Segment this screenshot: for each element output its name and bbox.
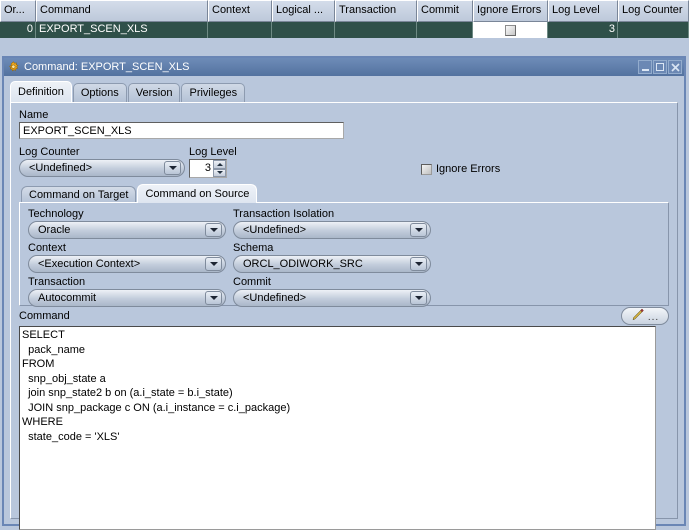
stepper-up-icon[interactable] [213, 160, 226, 169]
log-level-value: 3 [204, 162, 211, 174]
schema-select[interactable]: ORCL_ODIWORK_SRC [233, 255, 431, 273]
window-controls [638, 60, 682, 74]
context-select[interactable]: <Execution Context> [28, 255, 226, 273]
cell-transaction [335, 22, 417, 38]
chevron-down-icon[interactable] [410, 257, 427, 271]
stepper-buttons [213, 160, 226, 177]
minimize-button[interactable] [638, 60, 652, 74]
command-edit-button-label: ... [647, 312, 660, 323]
command-source-target-tabs: Command on Target Command on Source [21, 184, 669, 203]
cell-commit [417, 22, 473, 38]
table-row[interactable]: 0 EXPORT_SCEN_XLS 3 [0, 22, 689, 38]
transaction-value: Autocommit [38, 292, 97, 304]
maximize-button[interactable] [653, 60, 667, 74]
technology-value: Oracle [38, 224, 71, 236]
grid-col-logical[interactable]: Logical ... [272, 0, 335, 22]
transaction-isolation-value: <Undefined> [243, 224, 306, 236]
ignore-errors-label: Ignore Errors [436, 163, 501, 175]
log-counter-label: Log Counter [19, 146, 80, 158]
grid-header-row: Or... Command Context Logical ... Transa… [0, 0, 689, 22]
transaction-isolation-select[interactable]: <Undefined> [233, 221, 431, 239]
commit-value: <Undefined> [243, 292, 306, 304]
pencil-icon [631, 308, 645, 325]
ignore-errors-checkbox-cell[interactable] [504, 25, 516, 36]
gear-icon [7, 60, 20, 74]
commit-select[interactable]: <Undefined> [233, 289, 431, 307]
log-counter-value: <Undefined> [29, 162, 92, 174]
command-on-source-panel: Technology Oracle Transaction Isolation … [19, 202, 669, 307]
close-icon[interactable] [668, 60, 682, 74]
definition-panel: Name EXPORT_SCEN_XLS Log Counter <Undefi… [10, 102, 678, 530]
chevron-down-icon[interactable] [164, 161, 181, 175]
tab-definition[interactable]: Definition [10, 81, 72, 102]
transaction-label: Transaction [28, 276, 86, 288]
technology-select[interactable]: Oracle [28, 221, 226, 239]
chevron-down-icon[interactable] [205, 257, 222, 271]
chevron-down-icon[interactable] [410, 223, 427, 237]
context-label: Context [28, 242, 66, 254]
grid-col-transaction[interactable]: Transaction [335, 0, 417, 22]
cell-order: 0 [0, 22, 36, 38]
cell-log-counter [618, 22, 689, 38]
technology-label: Technology [28, 208, 84, 220]
log-level-stepper[interactable]: 3 [189, 159, 227, 178]
grid-col-log-counter[interactable]: Log Counter [618, 0, 689, 22]
name-input[interactable]: EXPORT_SCEN_XLS [19, 122, 344, 139]
tab-privileges[interactable]: Privileges [181, 83, 246, 102]
grid-col-ignore-errors[interactable]: Ignore Errors [473, 0, 548, 22]
grid-col-order[interactable]: Or... [0, 0, 36, 22]
log-counter-select[interactable]: <Undefined> [19, 159, 185, 177]
chevron-down-icon[interactable] [205, 223, 222, 237]
log-level-label: Log Level [189, 146, 237, 158]
dialog-tabs: Definition Options Version Privileges [10, 81, 684, 102]
grid-col-commit[interactable]: Commit [417, 0, 473, 22]
grid-col-context[interactable]: Context [208, 0, 272, 22]
tab-version[interactable]: Version [127, 83, 181, 102]
checkbox-box[interactable] [421, 163, 432, 175]
tab-options[interactable]: Options [72, 83, 127, 102]
command-edit-button[interactable]: ... [621, 307, 669, 325]
tab-command-on-target[interactable]: Command on Target [21, 186, 137, 203]
dialog-title: Command: EXPORT_SCEN_XLS [24, 61, 190, 73]
grid-col-command[interactable]: Command [36, 0, 208, 22]
commit-label: Commit [233, 276, 271, 288]
tab-command-on-source[interactable]: Command on Source [137, 184, 258, 203]
cell-context [208, 22, 272, 38]
command-label: Command [19, 310, 70, 322]
chevron-down-icon[interactable] [410, 291, 427, 305]
schema-label: Schema [233, 242, 274, 254]
ignore-errors-checkbox[interactable]: Ignore Errors [421, 163, 500, 175]
schema-value: ORCL_ODIWORK_SRC [243, 258, 363, 270]
command-dialog: Command: EXPORT_SCEN_XLS Definition Opti… [2, 56, 686, 530]
command-header: Command ... [19, 306, 669, 326]
cell-ignore-errors[interactable] [473, 22, 548, 38]
commands-grid: Or... Command Context Logical ... Transa… [0, 0, 689, 52]
cell-log-level: 3 [548, 22, 618, 38]
command-textarea[interactable]: SELECT pack_name FROM snp_obj_state a jo… [19, 326, 656, 530]
transaction-select[interactable]: Autocommit [28, 289, 226, 307]
name-label: Name [19, 109, 49, 121]
transaction-isolation-label: Transaction Isolation [233, 208, 335, 220]
stepper-down-icon[interactable] [213, 168, 226, 177]
cell-logical [272, 22, 335, 38]
dialog-titlebar[interactable]: Command: EXPORT_SCEN_XLS [4, 58, 684, 76]
cell-command: EXPORT_SCEN_XLS [36, 22, 208, 38]
grid-col-log-level[interactable]: Log Level [548, 0, 618, 22]
context-value: <Execution Context> [38, 258, 141, 270]
chevron-down-icon[interactable] [205, 291, 222, 305]
